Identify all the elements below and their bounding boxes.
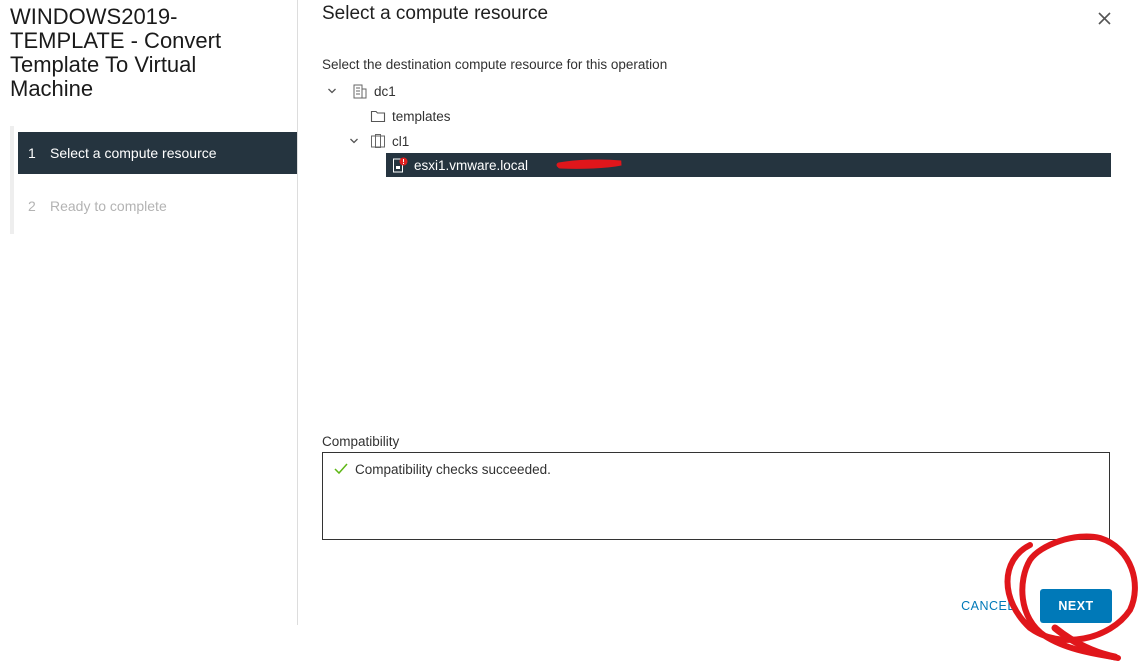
instructions-text: Select the destination compute resource …: [322, 57, 668, 72]
tree-node-dc1[interactable]: dc1: [326, 79, 396, 103]
tree-node-label: esxi1.vmware.local: [414, 157, 529, 173]
compatibility-message: Compatibility checks succeeded.: [333, 461, 551, 478]
page-title: Select a compute resource: [322, 3, 549, 24]
tree-node-esxi1-selected[interactable]: esxi1.vmware.local: [386, 153, 1111, 177]
tree-node-templates[interactable]: templates: [370, 104, 451, 128]
next-button[interactable]: NEXT: [1040, 589, 1112, 623]
wizard-steps: 1 Select a compute resource 2 Ready to c…: [10, 126, 301, 234]
wizard-title: WINDOWS2019-TEMPLATE - Convert Template …: [10, 4, 222, 101]
compatibility-label: Compatibility: [322, 434, 400, 449]
wizard-sidebar: WINDOWS2019-TEMPLATE - Convert Template …: [0, 0, 298, 625]
close-icon: [1098, 12, 1111, 25]
cancel-button[interactable]: CANCEL: [948, 590, 1028, 622]
checkmark-icon: [333, 461, 349, 478]
host-warning-icon: [392, 157, 408, 173]
wizard-dialog: WINDOWS2019-TEMPLATE - Convert Template …: [0, 0, 1142, 666]
datacenter-icon: [352, 83, 368, 99]
tree-node-label: dc1: [374, 83, 396, 99]
step-number: 2: [28, 198, 36, 214]
step-label: Ready to complete: [50, 198, 167, 214]
step-number: 1: [28, 145, 36, 161]
folder-icon: [370, 108, 386, 124]
cluster-icon: [370, 133, 386, 149]
chevron-down-icon[interactable]: [348, 135, 360, 147]
tree-node-label: cl1: [392, 133, 410, 149]
redaction-mark: [556, 159, 622, 169]
tree-node-cl1[interactable]: cl1: [348, 129, 409, 153]
close-button[interactable]: [1094, 8, 1116, 30]
compatibility-panel: Compatibility checks succeeded.: [322, 452, 1110, 540]
step-ready-to-complete: 2 Ready to complete: [18, 185, 297, 227]
step-label: Select a compute resource: [50, 145, 217, 161]
compatibility-text: Compatibility checks succeeded.: [355, 462, 551, 477]
chevron-down-icon[interactable]: [326, 85, 338, 97]
tree-node-label: templates: [392, 108, 451, 124]
step-select-compute-resource[interactable]: 1 Select a compute resource: [18, 132, 297, 174]
